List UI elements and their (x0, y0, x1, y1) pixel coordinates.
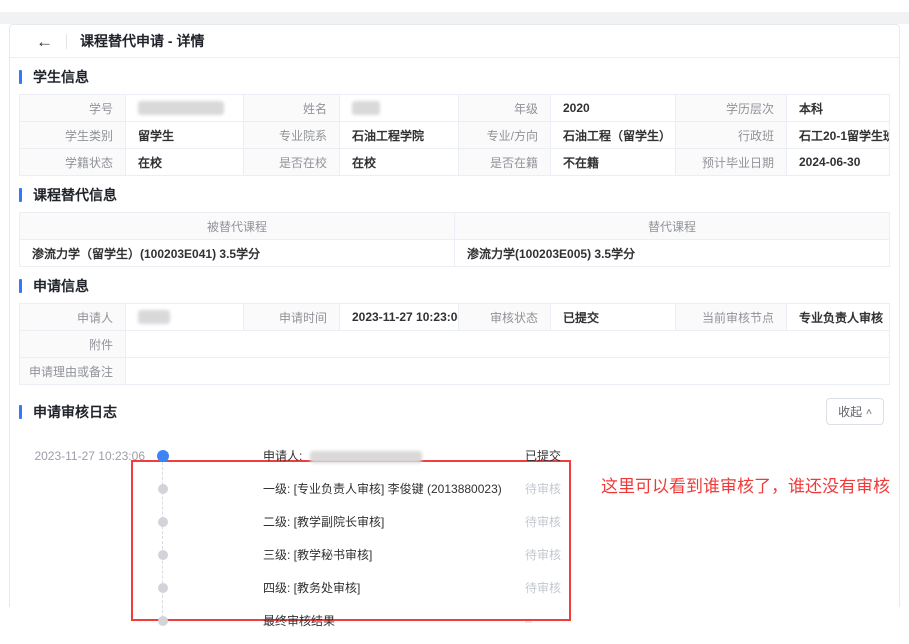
status-pending: 待审核 (525, 579, 561, 596)
reason-value (126, 358, 890, 385)
redacted-student-id (138, 101, 224, 115)
field-label: 是否在校 (244, 149, 340, 176)
field-value-student-name (340, 95, 459, 122)
student-info-table: 学号 姓名 年级 2020 学历层次 本科 学生类别 留学生 专业院系 石油工程… (19, 94, 890, 176)
timeline-entry-level3: 三级: [教学秘书审核] 待审核 (19, 538, 890, 571)
timeline-dot-pending (158, 517, 168, 527)
column-header-substitute-course: 替代课程 (455, 213, 890, 240)
field-label: 学历层次 (676, 95, 787, 122)
section-accent-bar (19, 188, 22, 202)
timeline-dot-pending (158, 550, 168, 560)
field-value-applicant (126, 304, 244, 331)
collapse-button[interactable]: 收起 ∧ (826, 398, 884, 425)
status-submitted: 已提交 (525, 447, 561, 464)
timeline-entry-level2: 二级: [教学副院长审核] 待审核 (19, 505, 890, 538)
application-info-table: 申请人 申请时间 2023-11-27 10:23:06 审核状态 已提交 当前… (19, 303, 890, 385)
student-section-title: 学生信息 (19, 67, 890, 87)
timeline-dot-pending (158, 583, 168, 593)
field-label: 审核状态 (459, 304, 551, 331)
field-label: 学籍状态 (20, 149, 126, 176)
status-pending: 待审核 (525, 513, 561, 530)
redacted-applicant-name (310, 451, 422, 463)
field-label: 当前审核节点 (676, 304, 787, 331)
timeline-entry-final: 最终审核结果 – (19, 604, 890, 637)
section-accent-bar (19, 279, 22, 293)
replaced-course-cell: 渗流力学（留学生）(100203E041) 3.5学分 (20, 240, 455, 267)
field-label: 专业院系 (244, 122, 340, 149)
field-value: 不在籍 (551, 149, 676, 176)
field-value: 2023-11-27 10:23:06 (340, 304, 459, 331)
field-value: 石工20-1留学生班 (787, 122, 890, 149)
redacted-applicant-name (138, 310, 170, 324)
field-value: 在校 (126, 149, 244, 176)
section-accent-bar (19, 70, 22, 84)
audit-log-timeline: 2023-11-27 10:23:06 申请人: 已提交 一级: [专业负责人审… (19, 439, 890, 644)
field-value: 本科 (787, 95, 890, 122)
section-accent-bar (19, 405, 22, 419)
field-label: 申请时间 (244, 304, 340, 331)
substitute-course-cell: 渗流力学(100203E005) 3.5学分 (455, 240, 890, 267)
status-pending: 待审核 (525, 546, 561, 563)
field-value: 石油工程学院 (340, 122, 459, 149)
header-divider (66, 34, 67, 49)
field-value-student-id (126, 95, 244, 122)
status-pending: 待审核 (525, 480, 561, 497)
status-final-result: – (525, 614, 532, 628)
field-value: 石油工程（留学生） (551, 122, 676, 149)
field-value: 留学生 (126, 122, 244, 149)
chevron-up-icon: ∧ (865, 408, 873, 416)
timeline-dot-pending (158, 616, 168, 626)
column-header-replaced-course: 被替代课程 (20, 213, 455, 240)
course-substitution-table: 被替代课程 替代课程 渗流力学（留学生）(100203E041) 3.5学分 渗… (19, 212, 890, 267)
field-value: 2024-06-30 (787, 149, 890, 176)
field-label: 专业/方向 (459, 122, 551, 149)
field-value: 2020 (551, 95, 676, 122)
page-top-band (0, 12, 909, 24)
timeline-dot-pending (158, 484, 168, 494)
log-section-title: 申请审核日志 收起 ∧ (19, 398, 884, 425)
field-label: 预计毕业日期 (676, 149, 787, 176)
field-label: 是否在籍 (459, 149, 551, 176)
field-label: 姓名 (244, 95, 340, 122)
field-label: 申请人 (20, 304, 126, 331)
field-value: 已提交 (551, 304, 676, 331)
timeline-entry-level4: 四级: [教务处审核] 待审核 (19, 571, 890, 604)
attachment-value (126, 331, 890, 358)
page-title: 课程替代申请 - 详情 (80, 31, 204, 51)
field-label: 学号 (20, 95, 126, 122)
reviewer-annotation-text: 这里可以看到谁审核了，谁还没有审核 (601, 472, 890, 497)
field-label: 年级 (459, 95, 551, 122)
timeline-entry-submitted: 2023-11-27 10:23:06 申请人: 已提交 (19, 439, 890, 472)
application-section-title: 申请信息 (19, 276, 890, 296)
field-label: 行政班 (676, 122, 787, 149)
back-icon[interactable]: ← (36, 33, 53, 50)
course-section-title: 课程替代信息 (19, 185, 890, 205)
field-value: 专业负责人审核 (787, 304, 890, 331)
timeline-dot-active (157, 450, 169, 462)
field-label: 学生类别 (20, 122, 126, 149)
field-label: 申请理由或备注 (20, 358, 126, 385)
redacted-student-name (352, 101, 380, 115)
detail-card: ← 课程替代申请 - 详情 学生信息 学号 姓名 年级 2020 学历层次 本科… (9, 24, 900, 607)
field-value: 在校 (340, 149, 459, 176)
field-label: 附件 (20, 331, 126, 358)
card-header: ← 课程替代申请 - 详情 (10, 25, 899, 58)
